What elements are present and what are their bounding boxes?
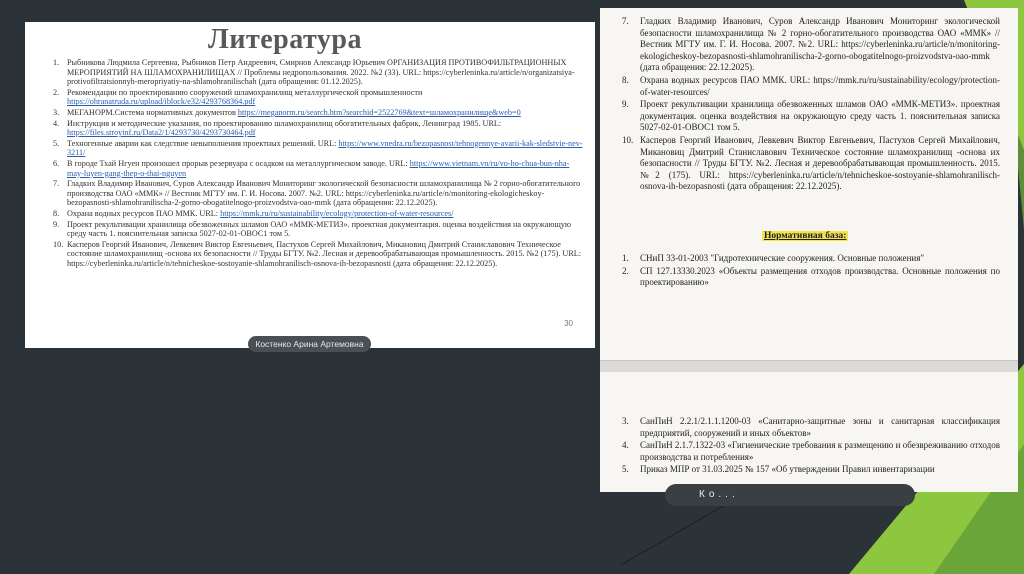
shared-slide: Литература 1. Рыбникова Людмила Сергеевна… (25, 22, 595, 348)
reference-link[interactable]: https://meganorm.ru/search.htm?searchid=… (238, 108, 521, 117)
document-view[interactable]: 7. Гладких Владимир Иванович, Суров Алекс… (600, 8, 1018, 492)
item-text-body: Проект рекультивации хранилища обезвожен… (640, 99, 1000, 133)
item-text: Рекомендации по проектированию сооружени… (67, 88, 583, 107)
item-number: 9. (622, 99, 629, 110)
item-text-body: Проект рекультивации хранилища обезвожен… (67, 219, 571, 239)
item-text-body: СанПиН 2.1.7.1322-03 «Гигиенические треб… (640, 440, 1000, 462)
reference-link[interactable]: https://files.stroyinf.ru/Data2/1/429373… (67, 128, 256, 137)
list-item: 9. Проект рекультивации хранилища обезвож… (53, 220, 583, 239)
list-item: 6. В городе Тхай Нгуен произошел прорыв р… (53, 159, 583, 178)
item-number: 2. (622, 265, 629, 276)
item-text: Техногенные аварии как следствие невыпол… (67, 139, 583, 158)
item-number: 9. (53, 219, 60, 229)
item-number: 10. (622, 134, 634, 145)
item-text-body: Касперов Георгий Иванович, Левкевич Викт… (640, 134, 1000, 192)
item-text: Проект рекультивации хранилища обезвожен… (67, 220, 583, 239)
item-text-body: Гладких Владимир Иванович, Суров Алексан… (67, 179, 581, 208)
item-number: 1. (622, 253, 629, 263)
item-text-body: Касперов Георгий Иванович, Левкевич Викт… (67, 239, 582, 268)
list-item: 5. Техногенные аварии как следствие невып… (53, 139, 583, 158)
document-page: 3. СанПиН 2.2.1/2.1.1.1200-03 «Санитарно-… (600, 372, 1018, 492)
item-number: 3. (53, 107, 60, 117)
item-number: 1. (53, 58, 60, 67)
list-item: 7. Гладких Владимир Иванович, Суров Алекс… (622, 16, 1000, 74)
item-text: СНиП 33-01-2003 "Гидротехнические сооруж… (640, 253, 1000, 265)
item-text-body: Инструкция и методические указания, по п… (67, 118, 502, 128)
item-number: 4. (53, 118, 60, 128)
item-number: 5. (622, 464, 629, 475)
item-number: 8. (53, 208, 60, 218)
item-number: 5. (53, 138, 60, 148)
item-text-body: Рекомендации по проектированию сооружени… (67, 87, 423, 97)
document-page: 7. Гладких Владимир Иванович, Суров Алекс… (600, 8, 1018, 360)
reference-list: 1. Рыбникова Людмила Сергеевна, Рыбников … (53, 58, 583, 269)
reference-link[interactable]: https://ohranatruda.ru/upload/iblock/e32… (67, 97, 255, 106)
slide-title: Литература (208, 24, 362, 55)
item-text: В городе Тхай Нгуен произошел прорыв рез… (67, 159, 583, 178)
list-item: 10. Касперов Георгий Иванович, Левкевич В… (53, 240, 583, 269)
list-item: 9. Проект рекультивации хранилища обезвож… (622, 99, 1000, 134)
item-number: 10. (53, 239, 64, 249)
list-item: 2. Рекомендации по проектированию сооруже… (53, 88, 583, 107)
item-text: Рыбникова Людмила Сергеевна, Рыбников Пе… (67, 58, 583, 87)
list-item: 3. СанПиН 2.2.1/2.1.1.1200-03 «Санитарно-… (622, 416, 1000, 439)
item-text: МЕГАНОРМ.Система нормативных документов … (67, 108, 583, 118)
item-text-body: МЕГАНОРМ.Система нормативных документов (67, 107, 236, 117)
list-item: 7. Гладких Владимир Иванович, Суров Алекс… (53, 179, 583, 208)
item-text-body: Охрана водных ресурсов ПАО ММК. URL: htt… (640, 74, 1000, 97)
norm-heading: Нормативная база: (762, 231, 849, 241)
item-text-body: Гладких Владимир Иванович, Суров Алексан… (640, 16, 1000, 73)
item-text-body: СНиП 33-01-2003 "Гидротехнические сооруж… (640, 253, 925, 263)
item-number: 8. (622, 74, 629, 85)
document-references: 7. Гладких Владимир Иванович, Суров Алекс… (622, 16, 1000, 194)
list-item: 4. СанПиН 2.1.7.1322-03 «Гигиенические тр… (622, 440, 1000, 463)
item-number: 3. (622, 416, 629, 426)
item-text: Гладких Владимир Иванович, Суров Алексан… (67, 179, 583, 208)
item-text-body: В городе Тхай Нгуен произошел прорыв рез… (67, 158, 408, 168)
item-text-body: Охрана водных ресурсов ПАО ММК. URL: (67, 208, 219, 218)
participant-name-tag: Костенко Арина Артемовна (248, 336, 371, 352)
item-text: Охрана водных ресурсов ПАО ММК. URL: htt… (640, 75, 1000, 98)
item-text: Проект рекультивации хранилища обезвожен… (640, 99, 1000, 134)
item-text: СанПиН 2.1.7.1322-03 «Гигиенические треб… (640, 440, 1000, 463)
reference-link[interactable]: https://mmk.ru/ru/sustainability/ecology… (220, 209, 453, 218)
item-number: 7. (53, 179, 60, 189)
item-text-body: СанПиН 2.2.1/2.1.1.1200-03 «Санитарно-за… (640, 416, 1000, 438)
item-number: 4. (622, 440, 629, 451)
item-text-body: Техногенные аварии как следствие невыпол… (67, 138, 337, 148)
item-text: Инструкция и методические указания, по п… (67, 119, 583, 138)
item-text-body: СП 127.13330.2023 «Объекты размещения от… (640, 265, 1000, 288)
list-item: 1. Рыбникова Людмила Сергеевна, Рыбников … (53, 58, 583, 87)
page-number: 30 (564, 319, 573, 328)
document-norms: 1. СНиП 33-01-2003 "Гидротехнические соор… (622, 253, 1000, 290)
participant-name-tag-dark: Ко... (665, 484, 915, 506)
list-item: 4. Инструкция и методические указания, по… (53, 119, 583, 138)
item-text: Приказ МПР от 31.03.2025 № 157 «Об утвер… (640, 464, 1000, 476)
list-item: 10. Касперов Георгий Иванович, Левкевич В… (622, 135, 1000, 193)
document-norms-continued: 3. СанПиН 2.2.1/2.1.1.1200-03 «Санитарно-… (622, 416, 1000, 477)
list-item: 3. МЕГАНОРМ.Система нормативных документо… (53, 108, 583, 118)
item-text-body: Приказ МПР от 31.03.2025 № 157 «Об утвер… (640, 464, 935, 475)
list-item: 2. СП 127.13330.2023 «Объекты размещения … (622, 266, 1000, 289)
item-text: Охрана водных ресурсов ПАО ММК. URL: htt… (67, 209, 583, 219)
list-item: 1. СНиП 33-01-2003 "Гидротехнические соор… (622, 253, 1000, 265)
item-text: Касперов Георгий Иванович, Левкевич Викт… (67, 240, 583, 269)
item-number: 6. (53, 158, 60, 168)
item-text: Гладких Владимир Иванович, Суров Алексан… (640, 16, 1000, 74)
list-item: 8. Охрана водных ресурсов ПАО ММК. URL: h… (622, 75, 1000, 98)
item-text: СП 127.13330.2023 «Объекты размещения от… (640, 266, 1000, 289)
item-text: СанПиН 2.2.1/2.1.1.1200-03 «Санитарно-за… (640, 416, 1000, 439)
item-number: 2. (53, 87, 60, 97)
list-item: 5. Приказ МПР от 31.03.2025 № 157 «Об утв… (622, 464, 1000, 476)
item-number: 7. (622, 16, 629, 26)
list-item: 8. Охрана водных ресурсов ПАО ММК. URL: h… (53, 209, 583, 219)
item-text: Касперов Георгий Иванович, Левкевич Викт… (640, 135, 1000, 193)
item-text-body: Рыбникова Людмила Сергеевна, Рыбников Пе… (67, 58, 575, 87)
